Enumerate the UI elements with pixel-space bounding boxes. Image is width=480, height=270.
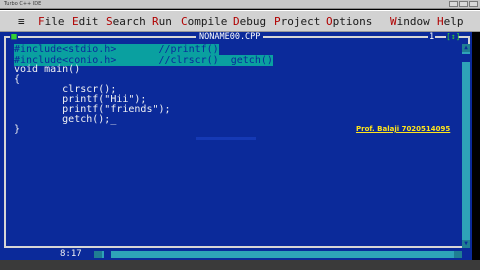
host-window-title: Turbo C++ IDE	[4, 1, 42, 7]
maximize-button[interactable]	[459, 1, 468, 7]
selection-smear	[196, 137, 256, 140]
menu-debug[interactable]: Debug	[233, 15, 266, 28]
scroll-up-icon[interactable]: ▲	[462, 44, 470, 52]
code-line-8[interactable]: getch();_	[14, 114, 116, 125]
scroll-down-icon[interactable]: ▼	[462, 240, 470, 248]
menu-run[interactable]: Run	[152, 15, 172, 28]
horizontal-scroll-thumb[interactable]	[104, 251, 111, 258]
turbo-c-window: Turbo C++ IDE ≡ File Edit Search Run Com…	[0, 0, 480, 270]
host-window-titlebar: Turbo C++ IDE	[0, 0, 480, 9]
menu-bar: ≡ File Edit Search Run Compile Debug Pro…	[0, 10, 480, 32]
vertical-scrollbar[interactable]	[462, 44, 470, 248]
window-close-button[interactable]	[469, 1, 478, 7]
scroll-left-icon[interactable]	[94, 251, 102, 258]
menu-compile[interactable]: Compile	[181, 15, 227, 28]
zoom-icon[interactable]: [↕]	[446, 32, 460, 42]
code-line-3[interactable]: void main()	[14, 64, 80, 75]
menu-project[interactable]: Project	[274, 15, 320, 28]
menu-search[interactable]: Search	[106, 15, 146, 28]
vertical-scroll-thumb[interactable]	[462, 54, 470, 62]
menu-edit[interactable]: Edit	[72, 15, 99, 28]
minimize-button[interactable]	[449, 1, 458, 7]
scroll-right-icon[interactable]	[454, 251, 462, 258]
bottom-bar	[0, 260, 480, 270]
menu-window[interactable]: Window	[390, 15, 430, 28]
code-line-9[interactable]: }	[14, 124, 20, 135]
menu-file[interactable]: File	[38, 15, 65, 28]
editor-filename: NONAME00.CPP	[196, 32, 264, 43]
credit-overlay: Prof. Balaji 7020514095	[356, 125, 451, 133]
horizontal-scrollbar[interactable]	[94, 251, 462, 258]
editor-close-icon[interactable]: ■	[10, 32, 18, 42]
system-menu-icon[interactable]: ≡	[18, 15, 25, 28]
menu-options[interactable]: Options	[326, 15, 372, 28]
window-number: 1	[428, 32, 436, 43]
right-edge	[472, 32, 480, 260]
cursor-position: 8:17	[60, 249, 82, 259]
menu-help[interactable]: Help	[437, 15, 464, 28]
code-line-1[interactable]: #include<stdio.h> //printf()	[14, 44, 219, 55]
